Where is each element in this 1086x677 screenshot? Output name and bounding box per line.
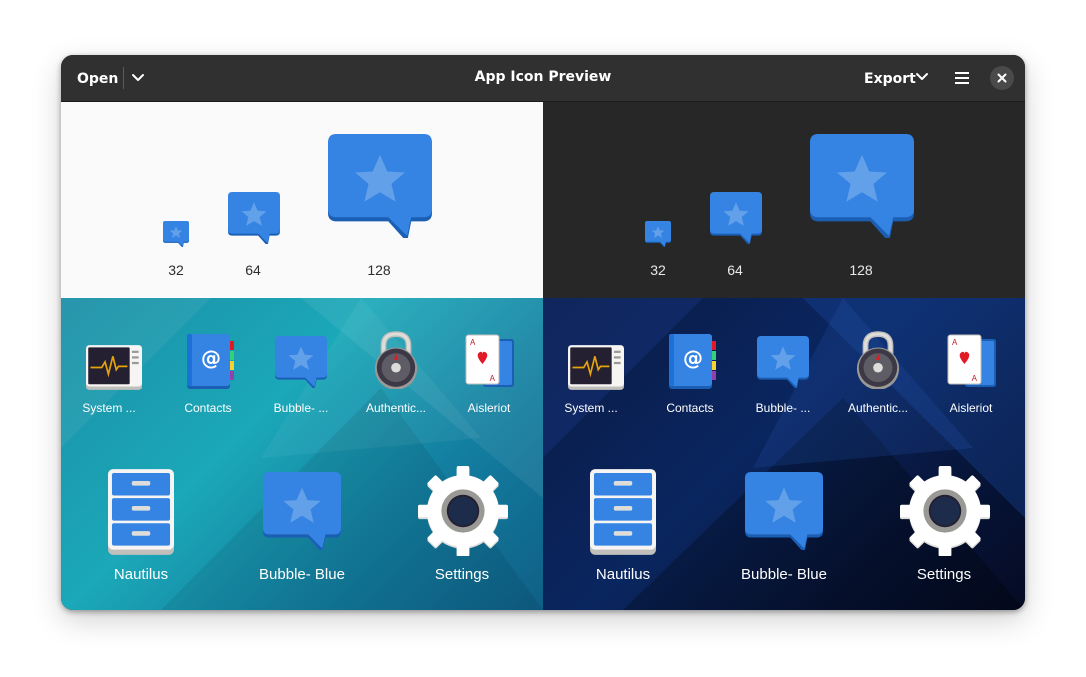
- export-button-label: Export: [864, 70, 916, 87]
- bubble-star-icon: [275, 336, 327, 388]
- app-label: Nautilus: [113, 566, 169, 583]
- hamburger-menu-icon[interactable]: [950, 67, 974, 89]
- light-size-preview: 32 64 128: [61, 102, 543, 298]
- size-label-32: 32: [650, 262, 666, 278]
- app-label: Authentic...: [365, 401, 427, 415]
- bubble-star-icon: [645, 221, 671, 247]
- padlock-icon: [854, 331, 902, 389]
- size-label-128: 128: [849, 262, 873, 278]
- size-label-128: 128: [367, 262, 391, 278]
- size-label-32: 32: [168, 262, 184, 278]
- close-icon: [997, 73, 1007, 83]
- padlock-icon: [372, 331, 420, 389]
- app-label: Bubble- ...: [273, 401, 329, 415]
- size-label-64: 64: [727, 262, 743, 278]
- bubble-star-icon: [757, 336, 809, 388]
- bubble-star-icon: [228, 192, 280, 244]
- app-label: Bubble- Blue: [259, 566, 345, 583]
- app-label: Bubble- ...: [755, 401, 811, 415]
- app-label: Contacts: [184, 401, 232, 415]
- headerbar: Open App Icon Preview Export: [61, 55, 1025, 102]
- bubble-star-icon: [163, 221, 189, 247]
- bubble-star-icon: [710, 192, 762, 244]
- bubble-star-icon: [745, 472, 823, 550]
- chevron-down-icon[interactable]: [913, 68, 931, 86]
- file-cabinet-icon: [108, 469, 174, 555]
- light-app-grid: System ... Contacts Bubble- ... Authenti…: [61, 298, 543, 610]
- dark-app-grid: System ... Contacts Bubble- ... Authenti…: [543, 298, 1025, 610]
- app-label: Settings: [916, 566, 972, 583]
- bubble-star-icon: [263, 472, 341, 550]
- size-label-64: 64: [245, 262, 261, 278]
- file-cabinet-icon: [590, 469, 656, 555]
- app-label: Settings: [434, 566, 490, 583]
- contacts-icon: [185, 334, 235, 389]
- gear-icon: [900, 466, 990, 556]
- dark-size-preview: 32 64 128: [543, 102, 1025, 298]
- bubble-star-icon: [328, 134, 432, 238]
- app-label: Aisleriot: [949, 401, 993, 415]
- app-window: Open App Icon Preview Export 32 64 128 3…: [61, 55, 1025, 610]
- app-label: Aisleriot: [467, 401, 511, 415]
- bubble-star-icon: [810, 134, 914, 238]
- app-label: Authentic...: [847, 401, 909, 415]
- app-label: Nautilus: [595, 566, 651, 583]
- contacts-icon: [667, 334, 717, 389]
- export-button[interactable]: Export: [864, 64, 916, 93]
- system-monitor-icon: [568, 345, 624, 390]
- playing-cards-icon: [946, 334, 998, 389]
- playing-cards-icon: [464, 334, 516, 389]
- system-monitor-icon: [86, 345, 142, 390]
- close-button[interactable]: [990, 66, 1014, 90]
- gear-icon: [418, 466, 508, 556]
- app-label: System ...: [82, 401, 136, 415]
- app-label: System ...: [564, 401, 618, 415]
- app-label: Contacts: [666, 401, 714, 415]
- app-label: Bubble- Blue: [741, 566, 827, 583]
